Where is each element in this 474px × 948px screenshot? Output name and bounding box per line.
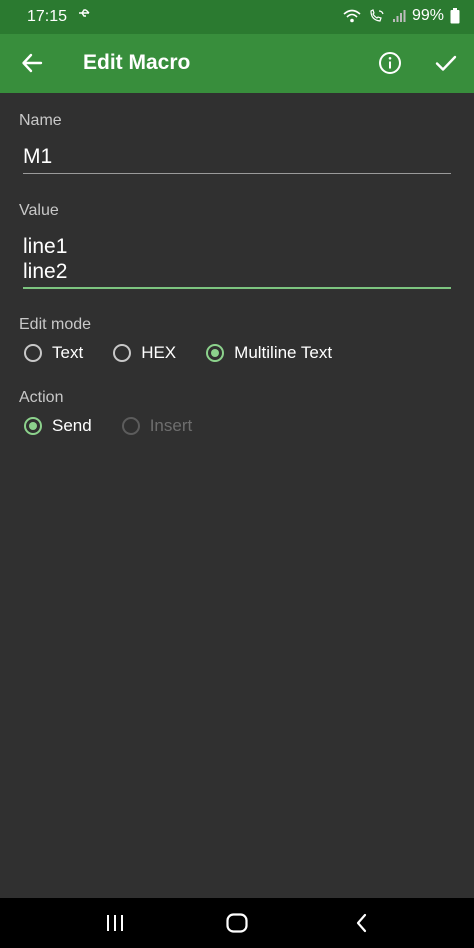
action-send-radio[interactable]: Send [24, 416, 92, 436]
value-input[interactable]: line1 line2 [23, 234, 451, 284]
save-button[interactable] [426, 43, 466, 83]
back-nav-icon [356, 913, 367, 933]
radio-checked-icon [206, 344, 225, 362]
radio-label: Text [52, 343, 84, 362]
edit-mode-group: Text HEX Multiline Text [24, 340, 332, 366]
recent-apps-icon [107, 915, 123, 931]
recent-apps-button[interactable] [95, 908, 135, 938]
battery-icon [450, 8, 460, 24]
home-button[interactable] [217, 908, 257, 938]
value-line: line1 [23, 235, 68, 258]
status-icons: 99% [342, 7, 460, 25]
battery-text: 99% [411, 7, 444, 24]
page-title: Edit Macro [83, 51, 191, 74]
action-label: Action [19, 389, 64, 406]
action-insert-radio: Insert [121, 416, 193, 436]
home-icon [226, 913, 248, 933]
radio-icon [113, 344, 132, 362]
radio-label: Send [52, 416, 92, 435]
action-group: Send Insert [24, 413, 192, 439]
system-nav-bar [0, 898, 474, 948]
radio-icon [24, 344, 42, 362]
wifi-icon [342, 8, 362, 24]
status-bar: 17:15 99% [0, 0, 474, 34]
info-icon [379, 52, 401, 74]
value-underline [23, 287, 451, 289]
edit-mode-label: Edit mode [19, 316, 92, 333]
edit-mode-text-radio[interactable]: Text [24, 343, 83, 363]
radio-label: HEX [141, 343, 177, 362]
check-icon [435, 55, 457, 71]
app-bar: Edit Macro [0, 34, 474, 93]
name-label: Name [19, 112, 62, 129]
value-line: line2 [23, 260, 68, 283]
radio-label: Insert [149, 416, 193, 435]
edit-mode-hex-radio[interactable]: HEX [113, 343, 176, 363]
usb-icon [78, 6, 92, 23]
radio-icon [121, 417, 140, 435]
status-time: 17:15 [27, 8, 68, 25]
value-label: Value [19, 202, 59, 219]
wifi-call-icon [368, 8, 386, 24]
radio-label: Multiline Text [234, 343, 333, 362]
back-nav-button[interactable] [342, 908, 382, 938]
edit-macro-screen: 17:15 99% Edit Macro Name M1 Value line1… [0, 0, 474, 948]
radio-checked-icon [24, 417, 42, 435]
edit-mode-multiline-radio[interactable]: Multiline Text [206, 343, 332, 363]
arrow-back-icon [22, 53, 43, 73]
name-input[interactable]: M1 [23, 145, 451, 169]
back-button[interactable] [12, 43, 52, 83]
signal-icon [392, 9, 406, 23]
name-underline [23, 173, 451, 174]
info-button[interactable] [370, 43, 410, 83]
